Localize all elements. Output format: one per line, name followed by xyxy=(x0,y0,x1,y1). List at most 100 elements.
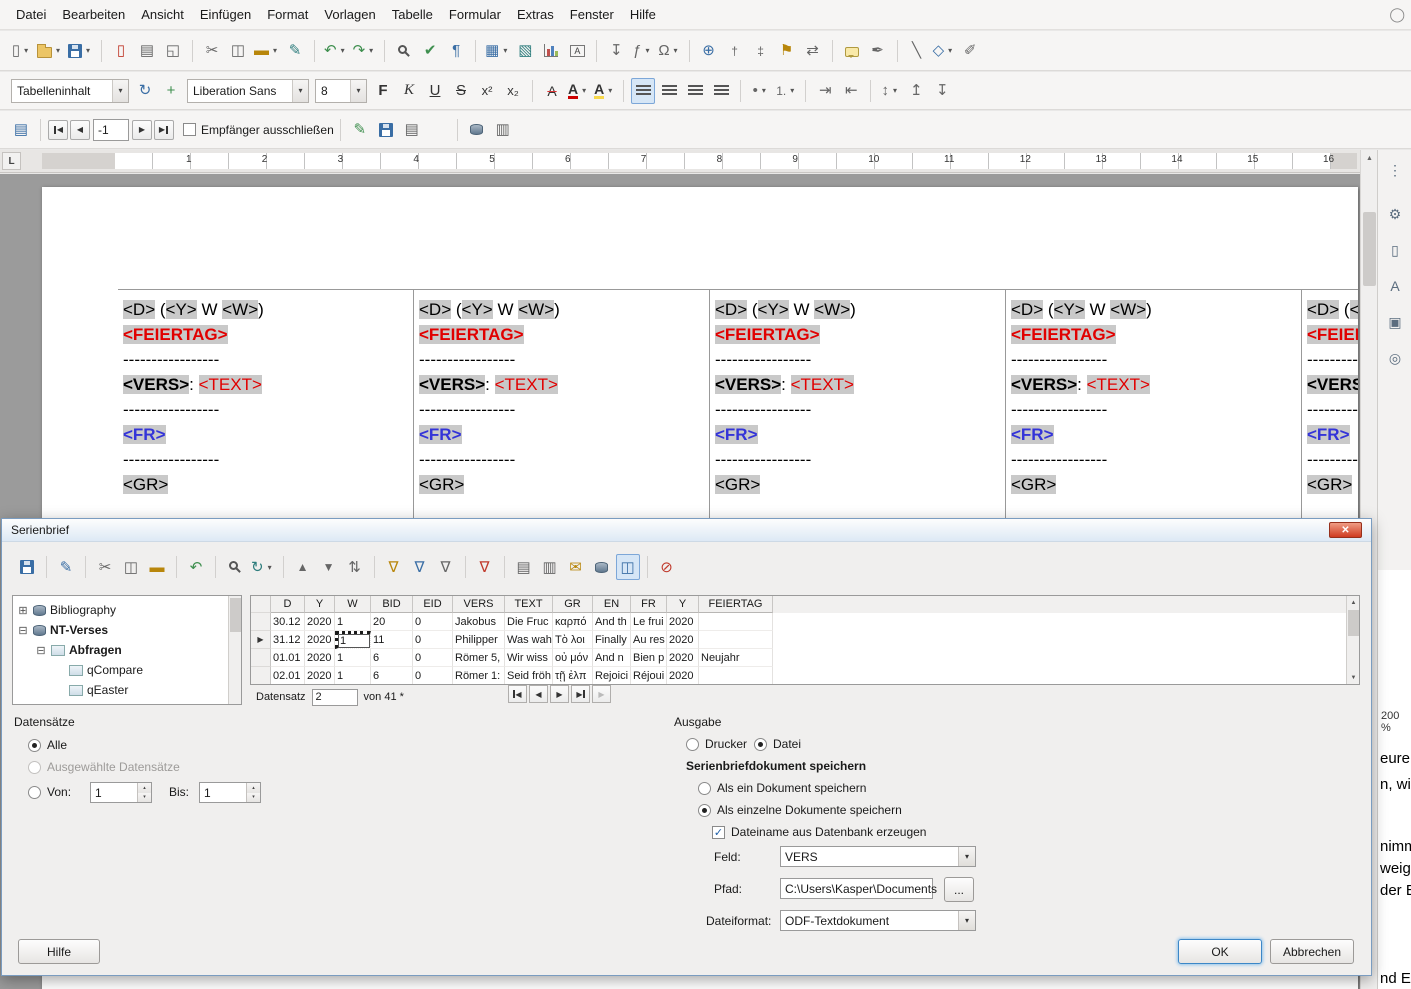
grid-column-header[interactable]: EID xyxy=(413,596,453,613)
tree-scrollbar[interactable] xyxy=(228,596,241,704)
superscript-button[interactable]: x² xyxy=(475,78,499,104)
scrollbar-thumb[interactable] xyxy=(1363,212,1376,286)
grid-cell[interactable]: Τὸ λοι xyxy=(553,631,593,649)
print-button[interactable]: ▤ xyxy=(135,38,159,64)
scrollbar-thumb[interactable] xyxy=(1348,610,1359,636)
strikethrough-button[interactable]: S xyxy=(449,78,473,104)
page-break-button[interactable]: ↧ xyxy=(604,38,628,64)
insert-footnote-button[interactable]: † xyxy=(723,38,747,64)
grid-scrollbar[interactable]: ▲ ▼ xyxy=(1346,596,1359,684)
grid-cell[interactable]: 0 xyxy=(413,631,453,649)
insert-endnote-button[interactable]: ‡ xyxy=(749,38,773,64)
grid-cell[interactable]: Was wah xyxy=(505,631,553,649)
scroll-down-icon[interactable]: ▼ xyxy=(1347,671,1360,684)
new-document-button[interactable]: ▯▾ xyxy=(9,38,33,64)
current-data-source-button[interactable]: ▥ xyxy=(491,117,515,143)
mail-merge-button[interactable]: ✉ xyxy=(564,554,588,580)
insert-bookmark-button[interactable]: ⚑ xyxy=(775,38,799,64)
cut-button[interactable]: ✂ xyxy=(93,554,117,580)
sidebar-properties-icon[interactable]: ⚙ xyxy=(1383,202,1407,226)
grid-cell[interactable]: Seid fröh xyxy=(505,667,553,685)
grid-cell[interactable]: Au res xyxy=(631,631,667,649)
grid-cell[interactable]: 0 xyxy=(413,649,453,667)
radio-icon[interactable] xyxy=(28,786,41,799)
grid-cell[interactable]: 2020 xyxy=(667,631,699,649)
paragraph-style-combo[interactable]: Tabelleninhalt▾ xyxy=(11,79,129,103)
grid-cell[interactable]: And n xyxy=(593,649,631,667)
cut-button[interactable]: ✂ xyxy=(200,38,224,64)
bold-button[interactable]: F xyxy=(371,78,395,104)
radio-alle[interactable]: Alle xyxy=(28,738,67,752)
formatting-marks-button[interactable]: ¶ xyxy=(444,38,468,64)
remove-filter-button[interactable]: ∇ xyxy=(473,554,497,580)
grid-cell[interactable]: Römer 1: xyxy=(453,667,505,685)
scroll-up-icon[interactable]: ▲ xyxy=(1362,151,1377,166)
grid-cell[interactable]: Jakobus xyxy=(453,613,505,631)
grid-cell[interactable] xyxy=(699,667,773,685)
grid-cell[interactable]: 6 xyxy=(371,649,413,667)
scroll-up-icon[interactable]: ▲ xyxy=(1347,596,1360,609)
menu-extras[interactable]: Extras xyxy=(509,3,562,26)
grid-column-header[interactable]: Y xyxy=(305,596,335,613)
grid-column-header[interactable]: FEIERTAG xyxy=(699,596,773,613)
sidebar-navigator-icon[interactable]: ◎ xyxy=(1383,346,1407,370)
grid-cell[interactable]: οὐ μόν xyxy=(553,649,593,667)
font-color-button[interactable]: A▾ xyxy=(566,78,590,104)
grid-column-header[interactable]: BID xyxy=(371,596,413,613)
grid-cell[interactable]: 1 xyxy=(335,649,371,667)
grid-cell[interactable]: 2020 xyxy=(667,667,699,685)
grid-cell[interactable]: Bien p xyxy=(631,649,667,667)
sidebar-clipboard-icon[interactable]: ▣ xyxy=(1383,310,1407,334)
record-number-input[interactable]: -1 xyxy=(93,119,129,141)
copy-button[interactable]: ◫ xyxy=(226,38,250,64)
grid-cell[interactable]: 2020 xyxy=(305,613,335,631)
paste-button[interactable]: ▬▾ xyxy=(252,38,281,64)
radio-einzelne-dokumente[interactable]: Als einzelne Dokumente speichern xyxy=(698,803,902,817)
grid-cell[interactable]: 1 xyxy=(335,613,371,631)
save-merged-documents-button[interactable] xyxy=(374,117,398,143)
send-email-messages-button[interactable] xyxy=(426,117,450,143)
chevron-down-icon[interactable]: ▾ xyxy=(112,80,128,102)
previous-record-button[interactable]: ◀ xyxy=(70,120,90,140)
previous-record-button[interactable]: ◀ xyxy=(529,685,548,703)
ok-button[interactable]: OK xyxy=(1178,939,1262,964)
paste-button[interactable]: ▬ xyxy=(145,554,169,580)
redo-button[interactable]: ↷▾ xyxy=(351,38,378,64)
increase-indent-button[interactable]: ⇥ xyxy=(813,78,837,104)
spinner[interactable]: ▴▾ xyxy=(137,783,151,802)
grid-cell[interactable]: Die Fruc xyxy=(505,613,553,631)
undo-button[interactable]: ↶▾ xyxy=(322,38,349,64)
next-record-button[interactable]: ▶ xyxy=(550,685,569,703)
menu-hilfe[interactable]: Hilfe xyxy=(622,3,664,26)
find-replace-button[interactable] xyxy=(392,38,416,64)
sidebar-page-icon[interactable]: ▯ xyxy=(1383,238,1407,262)
align-left-button[interactable] xyxy=(631,78,655,104)
scrollbar-thumb[interactable] xyxy=(230,598,241,632)
chevron-down-icon[interactable]: ▾ xyxy=(958,911,975,930)
grid-cell[interactable]: 6 xyxy=(371,667,413,685)
grid-cell[interactable]: Finally xyxy=(593,631,631,649)
menu-einfuegen[interactable]: Einfügen xyxy=(192,3,259,26)
basic-shapes-button[interactable]: ◇▾ xyxy=(931,38,957,64)
menubar-overflow-icon[interactable]: ◯ xyxy=(1389,6,1405,23)
sort-ascending-button[interactable]: ▲ xyxy=(291,554,315,580)
radio-ausgewaehlte[interactable]: Ausgewählte Datensätze xyxy=(28,760,180,774)
menu-fenster[interactable]: Fenster xyxy=(562,3,622,26)
grid-column-header[interactable]: VERS xyxy=(453,596,505,613)
hyperlink-button[interactable]: ⊕ xyxy=(697,38,721,64)
grid-cell[interactable]: 2020 xyxy=(667,649,699,667)
update-style-button[interactable]: ↻ xyxy=(133,78,157,104)
dialog-titlebar[interactable]: Serienbrief ✕ xyxy=(2,519,1371,542)
insert-image-button[interactable]: ▧ xyxy=(513,38,537,64)
track-changes-button[interactable]: ✒ xyxy=(866,38,890,64)
justify-button[interactable] xyxy=(709,78,733,104)
grid-column-header[interactable]: D xyxy=(271,596,305,613)
mail-merge-wizard-button[interactable]: ▤ xyxy=(9,117,33,143)
print-merged-documents-button[interactable]: ▤ xyxy=(400,117,424,143)
edit-individual-documents-button[interactable]: ✎ xyxy=(348,117,372,143)
grid-column-header[interactable]: FR xyxy=(631,596,667,613)
grid-cell[interactable]: Römer 5, xyxy=(453,649,505,667)
menu-vorlagen[interactable]: Vorlagen xyxy=(316,3,383,26)
highlight-color-button[interactable]: A▾ xyxy=(592,78,616,104)
exclude-recipient-checkbox[interactable] xyxy=(183,123,196,136)
